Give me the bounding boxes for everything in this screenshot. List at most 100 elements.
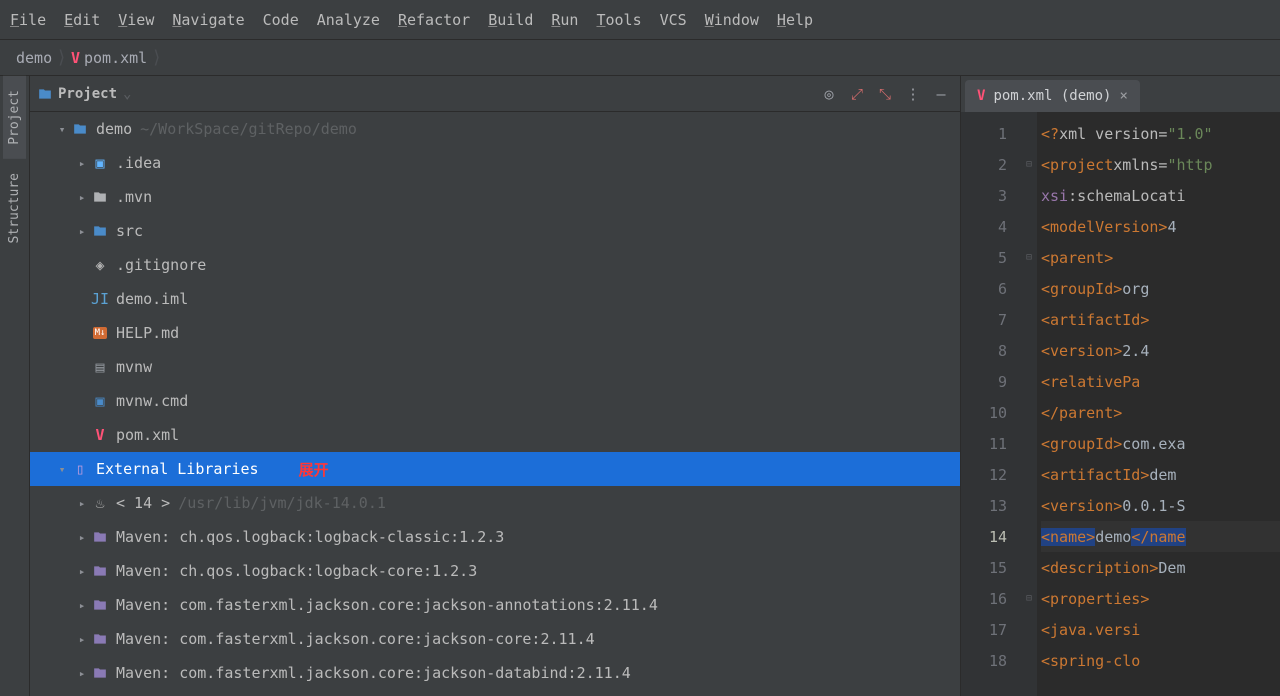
fold-marker[interactable]: ⊟ xyxy=(1021,242,1037,273)
code-line[interactable]: <version>2.4 xyxy=(1041,335,1280,366)
disclosure-arrow[interactable]: ▸ xyxy=(74,667,90,680)
code-line[interactable]: </parent> xyxy=(1041,397,1280,428)
code-line[interactable]: <?xml version="1.0" xyxy=(1041,118,1280,149)
line-number[interactable]: 15 xyxy=(967,552,1007,583)
line-number[interactable]: 10 xyxy=(967,397,1007,428)
more-icon[interactable]: ⋮ xyxy=(902,83,924,105)
tree-row[interactable]: ▾▯External Libraries展开 xyxy=(30,452,960,486)
menu-item-view[interactable]: View xyxy=(118,11,154,29)
tree-row[interactable]: ▸Maven: ch.qos.logback:logback-core:1.2.… xyxy=(30,554,960,588)
tree-row[interactable]: ▣mvnw.cmd xyxy=(30,384,960,418)
code-line[interactable]: <project xmlns="http xyxy=(1041,149,1280,180)
line-number[interactable]: 3 xyxy=(967,180,1007,211)
minimize-icon[interactable]: — xyxy=(930,83,952,105)
file-icon: ▣ xyxy=(90,154,110,172)
code-line[interactable]: <java.versi xyxy=(1041,614,1280,645)
tree-row[interactable]: M↓HELP.md xyxy=(30,316,960,350)
tree-row[interactable]: ▸Maven: com.fasterxml.jackson.core:jacks… xyxy=(30,622,960,656)
editor-body[interactable]: 123456789101112131415161718 ⊟⊟⊟ <?xml ve… xyxy=(961,112,1280,696)
fold-marker xyxy=(1021,614,1037,645)
menu-item-code[interactable]: Code xyxy=(263,11,299,29)
code-line[interactable]: <groupId>com.exa xyxy=(1041,428,1280,459)
code-line[interactable]: <parent> xyxy=(1041,242,1280,273)
project-tool-tab[interactable]: Project xyxy=(3,76,26,159)
menu-item-vcs[interactable]: VCS xyxy=(660,11,687,29)
code-line[interactable]: xsi:schemaLocati xyxy=(1041,180,1280,211)
expand-icon[interactable]: ⤢ xyxy=(846,83,868,105)
code-content[interactable]: <?xml version="1.0"<project xmlns="http … xyxy=(1037,112,1280,696)
tree-row[interactable]: ▾demo~/WorkSpace/gitRepo/demo xyxy=(30,112,960,146)
line-number[interactable]: 9 xyxy=(967,366,1007,397)
tree-row[interactable]: ▸Maven: ch.qos.logback:logback-classic:1… xyxy=(30,520,960,554)
menu-item-tools[interactable]: Tools xyxy=(596,11,641,29)
disclosure-arrow[interactable]: ▾ xyxy=(54,123,70,136)
structure-tool-tab[interactable]: Structure xyxy=(3,159,26,257)
tree-row[interactable]: ▤mvnw xyxy=(30,350,960,384)
menu-item-run[interactable]: Run xyxy=(551,11,578,29)
code-line[interactable]: <artifactId>dem xyxy=(1041,459,1280,490)
menu-item-window[interactable]: Window xyxy=(705,11,759,29)
tree-row[interactable]: Vpom.xml xyxy=(30,418,960,452)
line-number[interactable]: 6 xyxy=(967,273,1007,304)
menu-item-analyze[interactable]: Analyze xyxy=(317,11,380,29)
disclosure-arrow[interactable]: ▸ xyxy=(74,497,90,510)
file-icon: V xyxy=(90,426,110,444)
close-icon[interactable]: × xyxy=(1119,88,1127,104)
disclosure-arrow[interactable]: ▸ xyxy=(74,191,90,204)
fold-marker[interactable]: ⊟ xyxy=(1021,149,1037,180)
menu-item-build[interactable]: Build xyxy=(488,11,533,29)
collapse-icon[interactable]: ⤡ xyxy=(874,83,896,105)
tree-label: mvnw.cmd xyxy=(116,392,188,410)
line-number[interactable]: 7 xyxy=(967,304,1007,335)
code-line[interactable]: <artifactId> xyxy=(1041,304,1280,335)
fold-marker[interactable]: ⊟ xyxy=(1021,583,1037,614)
tree-row[interactable]: ▸Maven: com.fasterxml.jackson.core:jacks… xyxy=(30,588,960,622)
tree-row[interactable]: JIdemo.iml xyxy=(30,282,960,316)
line-number[interactable]: 17 xyxy=(967,614,1007,645)
line-number[interactable]: 14 xyxy=(967,521,1007,552)
disclosure-arrow[interactable]: ▸ xyxy=(74,565,90,578)
tree-row[interactable]: ▸♨< 14 >/usr/lib/jvm/jdk-14.0.1 xyxy=(30,486,960,520)
line-number[interactable]: 18 xyxy=(967,645,1007,676)
breadcrumb-root[interactable]: demo xyxy=(16,49,52,67)
menu-item-refactor[interactable]: Refactor xyxy=(398,11,470,29)
line-number[interactable]: 8 xyxy=(967,335,1007,366)
code-line[interactable]: <spring-clo xyxy=(1041,645,1280,676)
line-number[interactable]: 13 xyxy=(967,490,1007,521)
disclosure-arrow[interactable]: ▸ xyxy=(74,531,90,544)
line-number[interactable]: 5 xyxy=(967,242,1007,273)
disclosure-arrow[interactable]: ▸ xyxy=(74,599,90,612)
line-number[interactable]: 1 xyxy=(967,118,1007,149)
project-view-selector[interactable]: Project ⌄ xyxy=(38,86,131,102)
code-line[interactable]: <relativePa xyxy=(1041,366,1280,397)
locate-icon[interactable]: ◎ xyxy=(818,83,840,105)
line-number[interactable]: 2 xyxy=(967,149,1007,180)
disclosure-arrow[interactable]: ▸ xyxy=(74,157,90,170)
disclosure-arrow[interactable]: ▸ xyxy=(74,225,90,238)
line-number[interactable]: 16 xyxy=(967,583,1007,614)
menu-item-edit[interactable]: Edit xyxy=(64,11,100,29)
line-number[interactable]: 12 xyxy=(967,459,1007,490)
code-line[interactable]: <description>Dem xyxy=(1041,552,1280,583)
tree-row[interactable]: ▸ Maven: com.fasterxml.jackson.core:jacks… xyxy=(30,656,960,690)
tree-row[interactable]: ◈.gitignore xyxy=(30,248,960,282)
main-area: Project Structure Project ⌄ ◎ ⤢ ⤡ ⋮ — ▾d… xyxy=(0,76,1280,696)
menu-item-file[interactable]: File xyxy=(10,11,46,29)
tree-label: Maven: com.fasterxml.jackson.core:jackso… xyxy=(116,664,631,682)
code-line[interactable]: <version>0.0.1-S xyxy=(1041,490,1280,521)
code-line[interactable]: <modelVersion>4 xyxy=(1041,211,1280,242)
disclosure-arrow[interactable]: ▾ xyxy=(54,463,70,476)
line-number[interactable]: 11 xyxy=(967,428,1007,459)
code-line[interactable]: <properties> xyxy=(1041,583,1280,614)
code-line[interactable]: <name>demo</name xyxy=(1041,521,1280,552)
breadcrumb-file[interactable]: pom.xml xyxy=(84,49,147,67)
editor-tab-pom[interactable]: V pom.xml (demo) × xyxy=(965,80,1140,112)
menu-item-help[interactable]: Help xyxy=(777,11,813,29)
tree-row[interactable]: ▸.mvn xyxy=(30,180,960,214)
disclosure-arrow[interactable]: ▸ xyxy=(74,633,90,646)
menu-item-navigate[interactable]: Navigate xyxy=(172,11,244,29)
line-number[interactable]: 4 xyxy=(967,211,1007,242)
code-line[interactable]: <groupId>org xyxy=(1041,273,1280,304)
tree-row[interactable]: ▸▣.idea xyxy=(30,146,960,180)
tree-row[interactable]: ▸src xyxy=(30,214,960,248)
